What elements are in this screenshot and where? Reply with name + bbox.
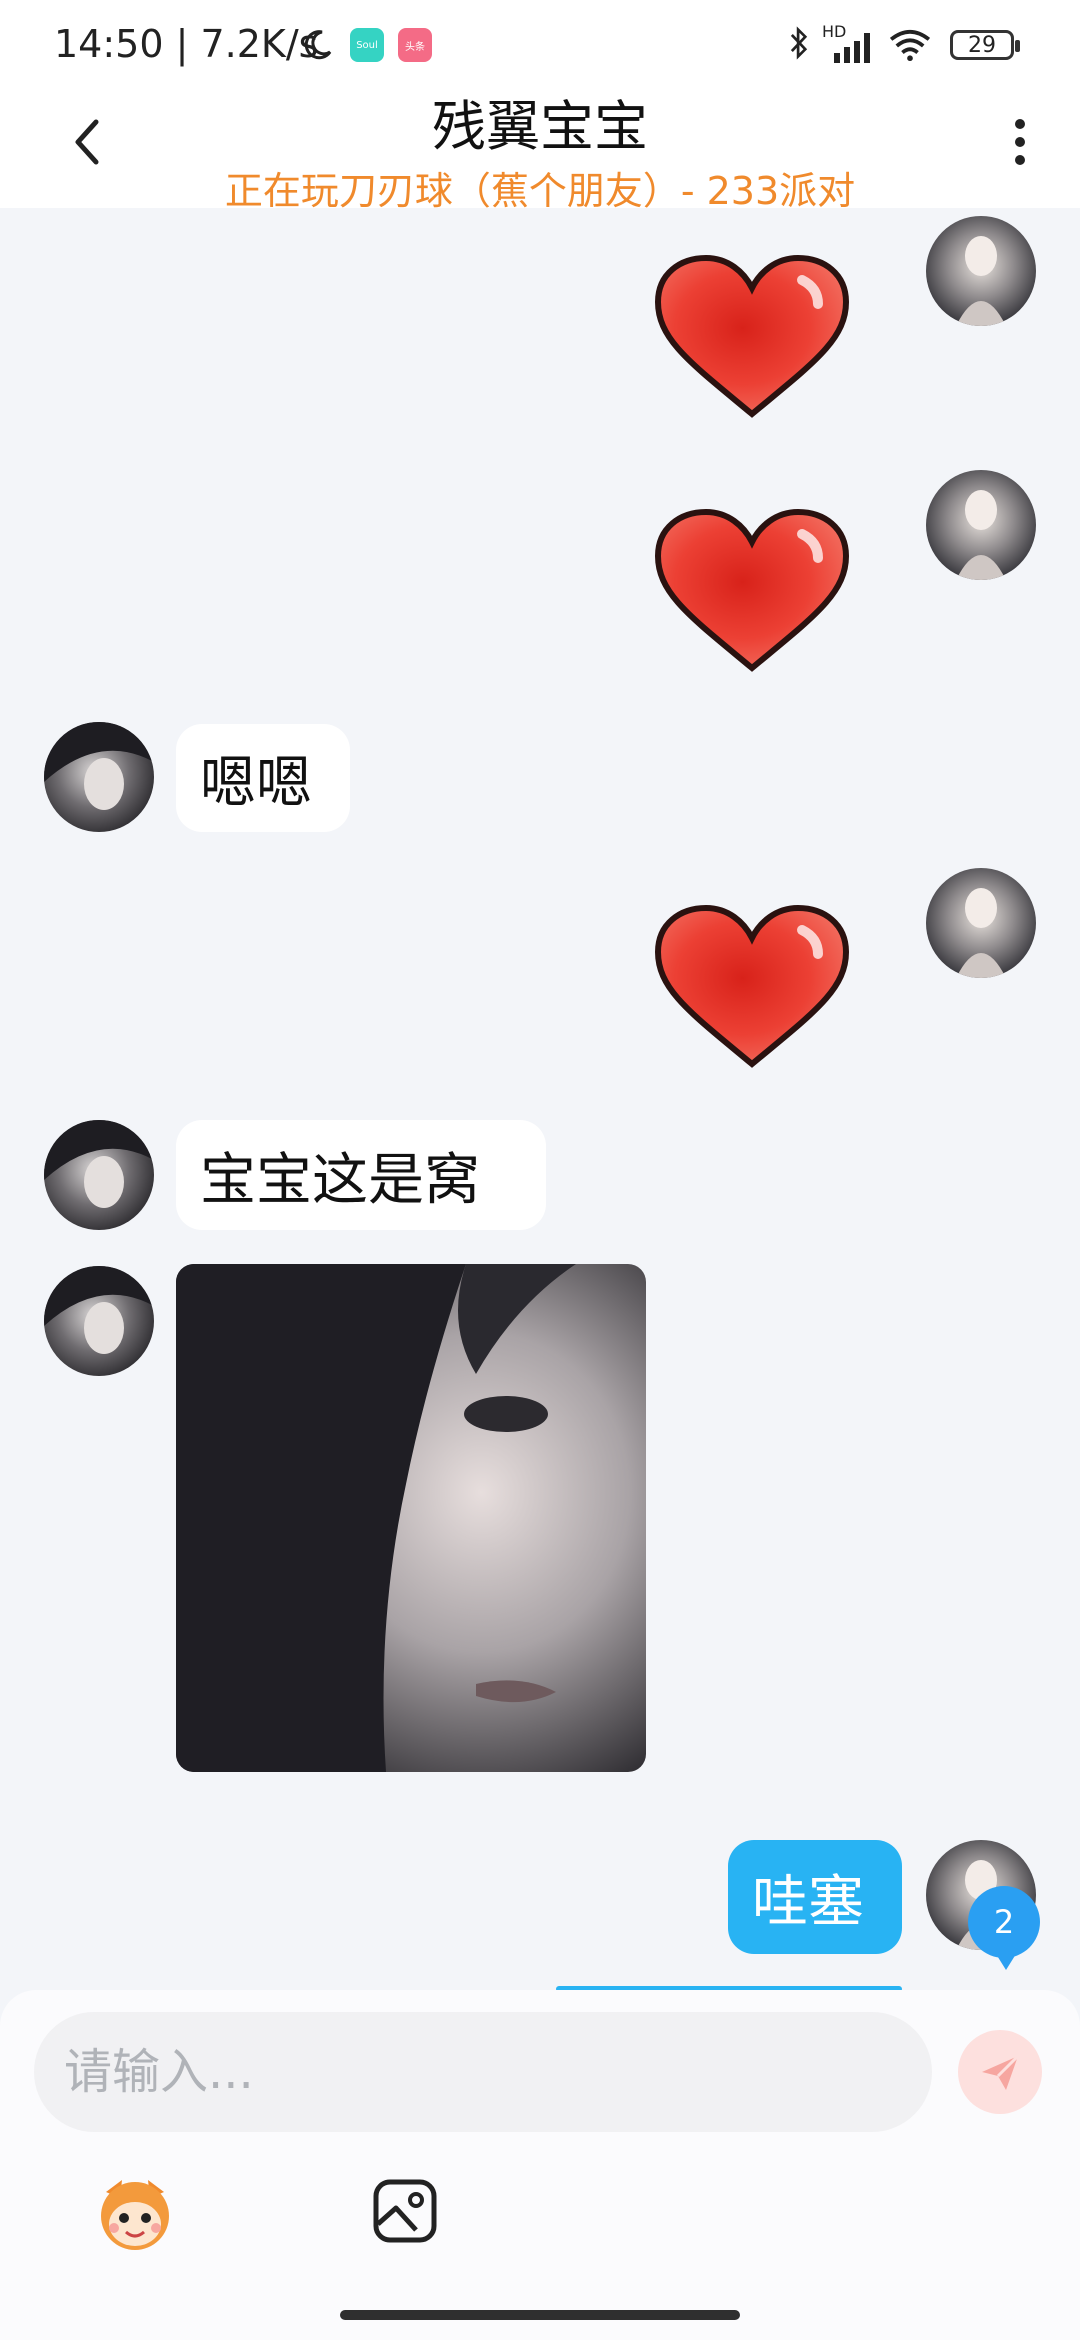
- friend-avatar[interactable]: [44, 1120, 154, 1230]
- bluetooth-icon: [790, 26, 808, 60]
- moon-icon: [304, 30, 332, 60]
- more-icon[interactable]: [1000, 112, 1040, 172]
- send-button[interactable]: [958, 2030, 1042, 2114]
- message-text: 嗯嗯: [200, 750, 312, 816]
- message-bubble-friend[interactable]: 嗯嗯: [176, 724, 350, 832]
- heart-sticker-icon[interactable]: [652, 508, 852, 678]
- message-input[interactable]: [34, 2012, 932, 2132]
- status-bar: 14:50 | 7.2K/s Soul 头条 HD 29: [0, 0, 1080, 90]
- battery-indicator: 29: [950, 30, 1020, 60]
- wifi-icon: [889, 29, 931, 62]
- my-avatar[interactable]: [926, 470, 1036, 580]
- home-indicator[interactable]: [340, 2310, 740, 2320]
- message-bubble-friend[interactable]: 宝宝这是窝: [176, 1120, 546, 1230]
- message-image[interactable]: [176, 1264, 646, 1772]
- friend-avatar[interactable]: [44, 1266, 154, 1376]
- send-icon: [982, 2054, 1020, 2090]
- heart-sticker-icon[interactable]: [652, 904, 852, 1074]
- mascot-emoji-icon[interactable]: [92, 2170, 178, 2256]
- app-chip-toutiao: 头条: [398, 28, 432, 62]
- message-text: 宝宝这是窝: [200, 1147, 480, 1213]
- unread-count-badge[interactable]: 2: [968, 1886, 1040, 1970]
- my-avatar[interactable]: [926, 868, 1036, 978]
- heart-sticker-icon[interactable]: [652, 254, 852, 424]
- message-text: 哇塞: [752, 1869, 864, 1935]
- my-avatar[interactable]: [926, 216, 1036, 326]
- status-time-speed: 14:50 | 7.2K/s: [54, 22, 319, 66]
- friend-avatar[interactable]: [44, 722, 154, 832]
- signal-icon: [834, 33, 870, 63]
- chat-title: 残翼宝宝: [432, 95, 648, 158]
- message-bubble-mine[interactable]: 哇塞: [728, 1840, 902, 1954]
- chat-subtitle-status[interactable]: 正在玩刀刃球（蕉个朋友）- 233派对: [0, 160, 1080, 215]
- gallery-icon[interactable]: [372, 2178, 438, 2244]
- app-chip-soul: Soul: [350, 28, 384, 62]
